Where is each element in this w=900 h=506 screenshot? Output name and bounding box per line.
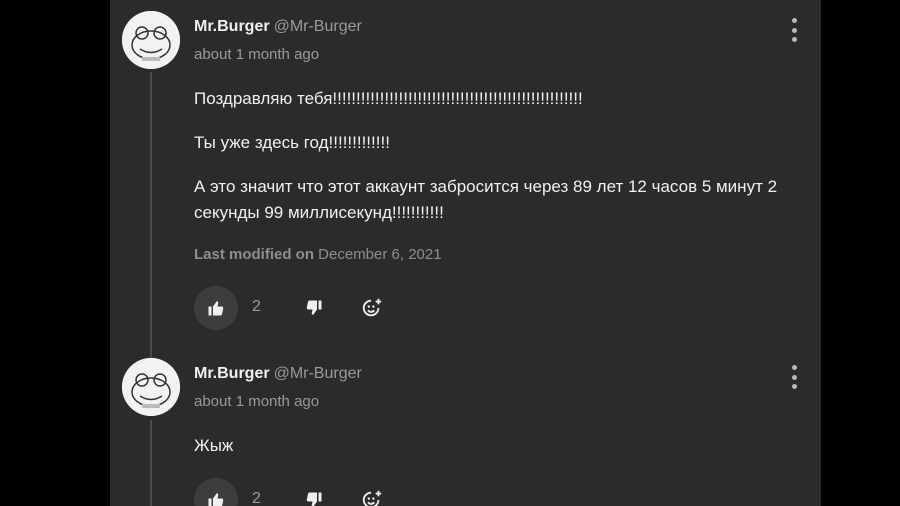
frog-avatar-icon bbox=[122, 358, 180, 416]
comment-author[interactable]: Mr.Burger @Mr-Burger bbox=[194, 365, 362, 383]
comment-paragraph: А это значит что этот аккаунт забросится… bbox=[194, 177, 778, 222]
comment-actions: 2 bbox=[194, 478, 494, 506]
frog-avatar-icon bbox=[122, 11, 180, 69]
add-reaction-button[interactable] bbox=[360, 296, 384, 320]
last-modified-label: Last modified on bbox=[194, 246, 314, 263]
thumbs-up-icon bbox=[208, 301, 224, 316]
add-reaction-button[interactable] bbox=[360, 488, 384, 506]
author-name[interactable]: Mr.Burger bbox=[194, 365, 270, 382]
thumbs-down-icon bbox=[306, 492, 322, 506]
author-handle[interactable]: @Mr-Burger bbox=[274, 365, 362, 382]
thumbs-down-icon bbox=[306, 300, 322, 315]
like-button[interactable] bbox=[194, 478, 238, 506]
comment-timestamp: about 1 month ago bbox=[194, 46, 320, 63]
thumbs-up-icon bbox=[208, 493, 224, 506]
thread-line bbox=[150, 420, 152, 506]
like-count: 2 bbox=[252, 490, 261, 506]
more-options-button[interactable] bbox=[786, 18, 802, 42]
like-button[interactable] bbox=[194, 286, 238, 330]
add-reaction-icon bbox=[362, 490, 382, 506]
comment-author[interactable]: Mr.Burger @Mr-Burger bbox=[194, 18, 362, 36]
more-vertical-icon bbox=[791, 18, 797, 23]
last-modified-date: December 6, 2021 bbox=[318, 246, 442, 263]
author-name[interactable]: Mr.Burger bbox=[194, 18, 270, 35]
comments-panel: Mr.Burger @Mr-Burger about 1 month ago По… bbox=[110, 0, 821, 506]
last-modified: Last modified on December 6, 2021 bbox=[194, 246, 442, 263]
author-handle[interactable]: @Mr-Burger bbox=[274, 18, 362, 35]
comment-actions: 2 bbox=[194, 286, 494, 330]
more-vertical-icon bbox=[791, 365, 797, 370]
dislike-button[interactable] bbox=[302, 488, 326, 506]
comment-paragraph: Ты уже здесь год!!!!!!!!!!!!! bbox=[194, 133, 390, 152]
add-reaction-icon bbox=[362, 298, 382, 317]
avatar[interactable] bbox=[122, 358, 180, 416]
comment-paragraph: Жыж bbox=[194, 436, 234, 455]
avatar[interactable] bbox=[122, 11, 180, 69]
comment-timestamp: about 1 month ago bbox=[194, 393, 320, 410]
more-options-button[interactable] bbox=[786, 365, 802, 389]
like-count: 2 bbox=[252, 298, 261, 315]
comment-paragraph: Поздравляю тебя!!!!!!!!!!!!!!!!!!!!!!!!!… bbox=[194, 89, 583, 108]
thread-line bbox=[150, 72, 152, 362]
dislike-button[interactable] bbox=[302, 296, 326, 320]
